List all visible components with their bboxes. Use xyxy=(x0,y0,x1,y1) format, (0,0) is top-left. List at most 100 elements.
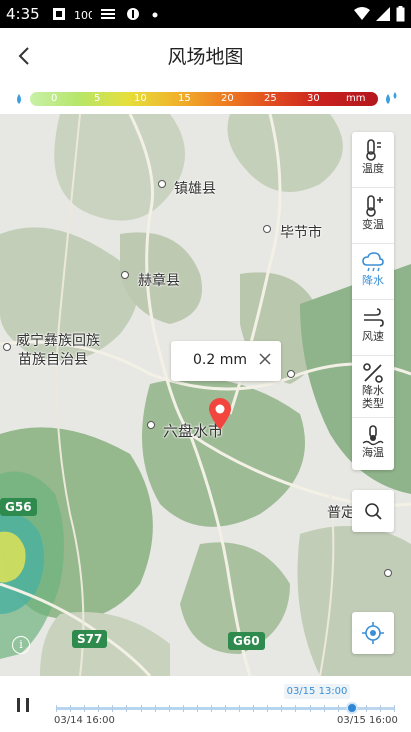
road-shield: G56 xyxy=(0,498,37,516)
page-title: 风场地图 xyxy=(167,46,244,68)
legend-tick: 30 xyxy=(307,93,320,104)
city-marker xyxy=(384,569,392,577)
battery-icon xyxy=(396,6,405,22)
city-marker xyxy=(121,271,129,279)
rain-cloud-icon xyxy=(362,252,384,272)
city-label: 普定 xyxy=(327,505,355,521)
tool-temp-change[interactable]: 变温 xyxy=(352,188,394,244)
tool-label: 降水 类型 xyxy=(362,384,384,410)
svg-text:100: 100 xyxy=(74,9,92,21)
city-marker xyxy=(287,370,295,378)
timeline-track[interactable] xyxy=(56,705,395,712)
precipitation-legend: 0 5 10 15 20 25 30 mm xyxy=(0,84,411,114)
status-bar: 4:35 100 xyxy=(0,0,411,28)
legend-tick: 15 xyxy=(178,93,191,104)
timeline-tick xyxy=(394,705,395,712)
timeline-tick xyxy=(310,705,311,712)
notification-icon xyxy=(100,6,115,20)
search-button[interactable] xyxy=(352,490,394,532)
thermometer-plus-icon xyxy=(366,195,383,217)
timeline-tick xyxy=(239,705,240,712)
timeline-tick xyxy=(225,705,226,712)
start-time-label: 03/14 16:00 xyxy=(54,715,115,726)
timeline-handle[interactable] xyxy=(345,702,358,714)
timeline-tick xyxy=(141,705,142,712)
tool-sea-temp[interactable]: 海温 xyxy=(352,418,394,470)
timeline-tick xyxy=(380,705,381,712)
system-icons xyxy=(354,6,405,22)
timeline-tick xyxy=(126,705,127,712)
timeline-tick xyxy=(211,705,212,712)
timeline-tick xyxy=(197,705,198,712)
city-label: 毕节市 xyxy=(280,225,322,241)
timeline-bar: 03/15 13:00 03/14 16:00 03/15 16:00 xyxy=(0,676,411,732)
tool-temperature[interactable]: 温度 xyxy=(352,132,394,188)
timeline-tick xyxy=(281,705,282,712)
notification-icon: 100 xyxy=(74,6,95,22)
timeline-tick xyxy=(324,705,325,712)
legend-tick: 25 xyxy=(264,93,277,104)
road-shield: G60 xyxy=(228,632,265,650)
legend-tick: 0 xyxy=(51,93,58,104)
info-icon[interactable]: i xyxy=(12,636,30,654)
tool-label: 海温 xyxy=(362,446,384,459)
city-marker xyxy=(147,421,155,429)
location-pin-icon[interactable] xyxy=(207,397,233,431)
timeline-tick xyxy=(183,705,184,712)
timeline-tick xyxy=(253,705,254,712)
road-shield: S77 xyxy=(72,630,108,648)
small-drop-icon xyxy=(17,94,21,104)
timeline-tick xyxy=(56,705,57,712)
timeline-tick xyxy=(112,705,113,712)
pause-icon[interactable] xyxy=(14,696,34,714)
city-label: 镇雄县 xyxy=(174,181,216,197)
city-label: 苗族自治县 xyxy=(18,352,88,368)
timeline-tick xyxy=(155,705,156,712)
tool-label: 变温 xyxy=(362,218,384,231)
timeline-tick xyxy=(70,705,71,712)
timeline-tick xyxy=(267,705,268,712)
sea-temp-icon xyxy=(362,425,384,446)
value-popup: 0.2 mm xyxy=(171,341,281,381)
map-view[interactable]: 镇雄县 毕节市 赫章县 威宁彝族回族 苗族自治县 六盘水市 普定 G56 S77… xyxy=(0,114,411,676)
close-icon[interactable] xyxy=(257,351,273,367)
notification-icon xyxy=(52,6,66,20)
layer-toolbar: 温度 变温 降水 风速 降水 类型 海温 xyxy=(352,132,394,470)
tool-label: 温度 xyxy=(362,162,384,175)
notification-icon xyxy=(126,6,140,20)
thermometer-icon xyxy=(366,139,381,161)
legend-tick: 20 xyxy=(221,93,234,104)
wind-icon xyxy=(364,308,384,327)
legend-tick: 5 xyxy=(94,93,101,104)
locate-button[interactable] xyxy=(352,612,394,654)
city-marker xyxy=(158,180,166,188)
legend-color-bar xyxy=(30,92,378,106)
city-marker xyxy=(263,225,271,233)
precip-type-icon xyxy=(363,363,383,383)
legend-unit: mm xyxy=(346,93,366,104)
wifi-icon xyxy=(354,7,370,20)
end-time-label: 03/15 16:00 xyxy=(337,715,398,726)
tool-wind-speed[interactable]: 风速 xyxy=(352,300,394,356)
title-bar: 风场地图 xyxy=(0,28,411,84)
current-time-label: 03/15 13:00 xyxy=(284,684,350,699)
search-icon xyxy=(365,503,382,520)
dot-icon xyxy=(151,6,165,20)
status-time: 4:35 xyxy=(6,5,40,23)
popup-value: 0.2 mm xyxy=(193,352,247,368)
tool-label: 降水 xyxy=(362,274,384,287)
city-label: 赫章县 xyxy=(138,273,180,289)
timeline-tick xyxy=(366,705,367,712)
timeline-tick xyxy=(295,705,296,712)
city-marker xyxy=(3,343,11,351)
tool-precip-type[interactable]: 降水 类型 xyxy=(352,356,394,418)
signal-icon xyxy=(376,7,390,21)
timeline-tick xyxy=(169,705,170,712)
map-terrain xyxy=(0,114,411,676)
legend-tick: 10 xyxy=(134,93,147,104)
crosshair-icon xyxy=(362,622,384,644)
tool-precipitation[interactable]: 降水 xyxy=(352,244,394,300)
large-drops-icon xyxy=(386,92,397,104)
timeline-tick xyxy=(338,705,339,712)
timeline-tick xyxy=(84,705,85,712)
